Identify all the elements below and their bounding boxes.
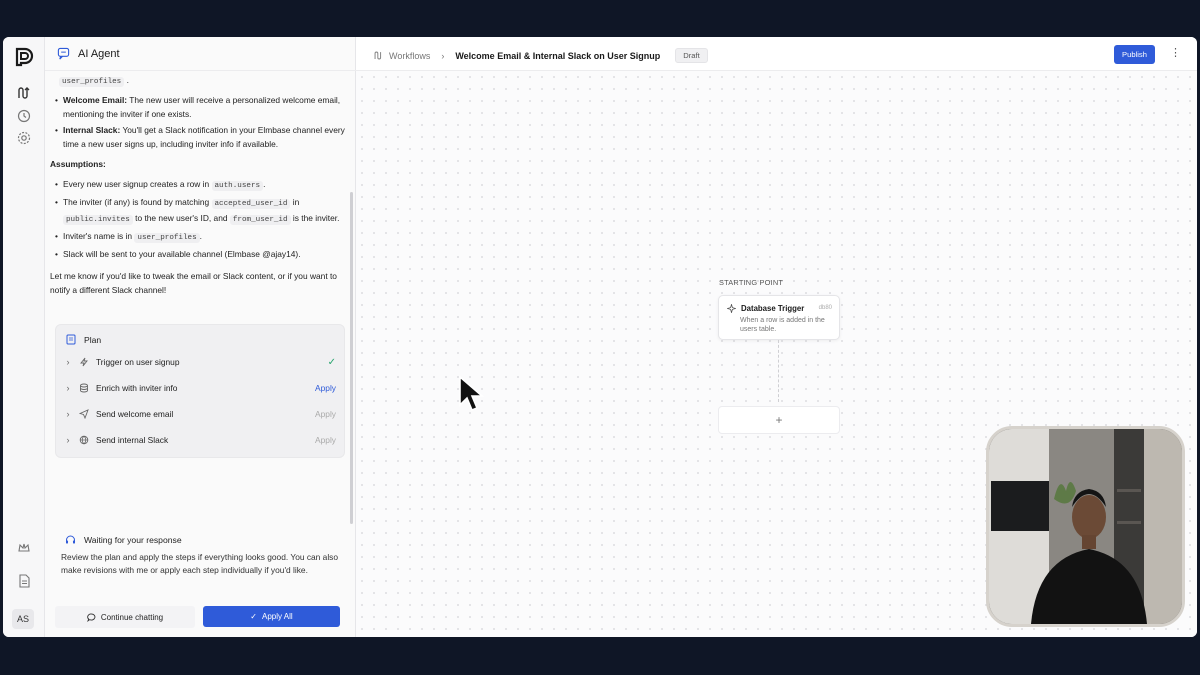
webcam-overlay [986,426,1185,627]
chevron-right-icon[interactable]: › [62,409,74,419]
assumption-item: Every new user signup creates a row in a… [55,177,345,193]
bullet-welcome-email: Welcome Email: The new user will receive… [55,93,345,121]
lightning-icon [76,357,92,367]
globe-icon [76,435,92,445]
starting-point-label: STARTING POINT [719,278,784,287]
send-icon [76,409,92,419]
followup-text: Let me know if you'd like to tweak the e… [50,271,337,295]
history-icon[interactable] [16,108,32,124]
assumptions-heading: Assumptions: [50,159,106,169]
apply-step-button[interactable]: Apply [315,409,336,419]
database-icon [76,383,92,393]
agent-message: user_profiles . Welcome Email: The new u… [50,73,345,301]
publish-button[interactable]: Publish [1114,45,1155,64]
workflow-icon[interactable] [16,85,32,101]
document-icon[interactable] [16,573,32,589]
breadcrumb-separator: › [441,50,445,61]
plan-doc-icon [66,334,76,345]
panel-scrollbar[interactable] [350,192,353,524]
chat-icon [86,613,96,622]
headset-icon [66,535,75,544]
assumption-item: Inviter's name is in user_profiles. [55,229,345,245]
left-rail: AS [3,37,45,637]
node-connector [778,340,779,402]
breadcrumb-workflows-link[interactable]: Workflows [389,51,430,61]
waiting-card: Waiting for your response Review the pla… [55,527,345,635]
waiting-body: Review the plan and apply the steps if e… [61,552,339,575]
plan-step-trigger[interactable]: › Trigger on user signup ✓ [62,350,340,374]
continue-chatting-button[interactable]: Continue chatting [55,606,195,628]
panel-header: AI Agent [45,37,356,71]
user-avatar[interactable]: AS [12,609,34,629]
node-id: db80 [818,305,832,311]
plan-step-email[interactable]: › Send welcome email Apply [62,402,340,426]
chevron-right-icon[interactable]: › [62,435,74,445]
breadcrumb: Workflows › Welcome Email & Internal Sla… [373,48,708,63]
inline-code: user_profiles [59,77,125,87]
workflow-title: Welcome Email & Internal Slack on User S… [455,50,661,61]
plan-card: Plan › Trigger on user signup ✓ › Enrich… [55,324,345,458]
apply-step-button[interactable]: Apply [315,435,336,445]
add-step-button[interactable]: + [718,406,840,434]
bullet-internal-slack: Internal Slack: You'll get a Slack notif… [55,123,345,151]
crown-icon[interactable] [16,540,32,556]
check-icon: ✓ [327,356,336,368]
sparkle-icon [727,304,736,313]
brand-logo-icon[interactable] [14,47,34,67]
mouse-cursor-icon [459,375,484,412]
workflow-topbar: Workflows › Welcome Email & Internal Sla… [356,37,1197,71]
assumption-item: The inviter (if any) is found by matchin… [55,195,345,227]
plan-title: Plan [66,334,101,345]
plan-step-enrich[interactable]: › Enrich with inviter info Apply [62,376,340,400]
apply-all-button[interactable]: ✓ Apply All [203,606,340,627]
settings-gear-icon[interactable] [16,130,32,146]
apply-step-button[interactable]: Apply [315,383,336,393]
node-title: Database Trigger [727,304,804,313]
check-icon: ✓ [250,612,257,621]
plan-step-slack[interactable]: › Send internal Slack Apply [62,428,340,452]
chevron-right-icon[interactable]: › [62,383,74,393]
assumption-item: Slack will be sent to your available cha… [55,247,345,261]
database-trigger-node[interactable]: Database Trigger db80 When a row is adde… [718,295,840,340]
status-badge: Draft [675,48,708,63]
more-options-icon[interactable]: ⋮ [1170,46,1181,59]
chat-bubble-icon [57,47,70,60]
waiting-title: Waiting for your response [65,535,345,545]
presenter-video [989,429,1182,624]
panel-title: AI Agent [78,47,120,60]
node-description: When a row is added in the users table. [740,317,825,333]
chevron-right-icon[interactable]: › [62,357,74,367]
workflow-icon [374,51,382,60]
ai-agent-panel: AI Agent user_profiles . Welcome Email: … [45,37,356,637]
